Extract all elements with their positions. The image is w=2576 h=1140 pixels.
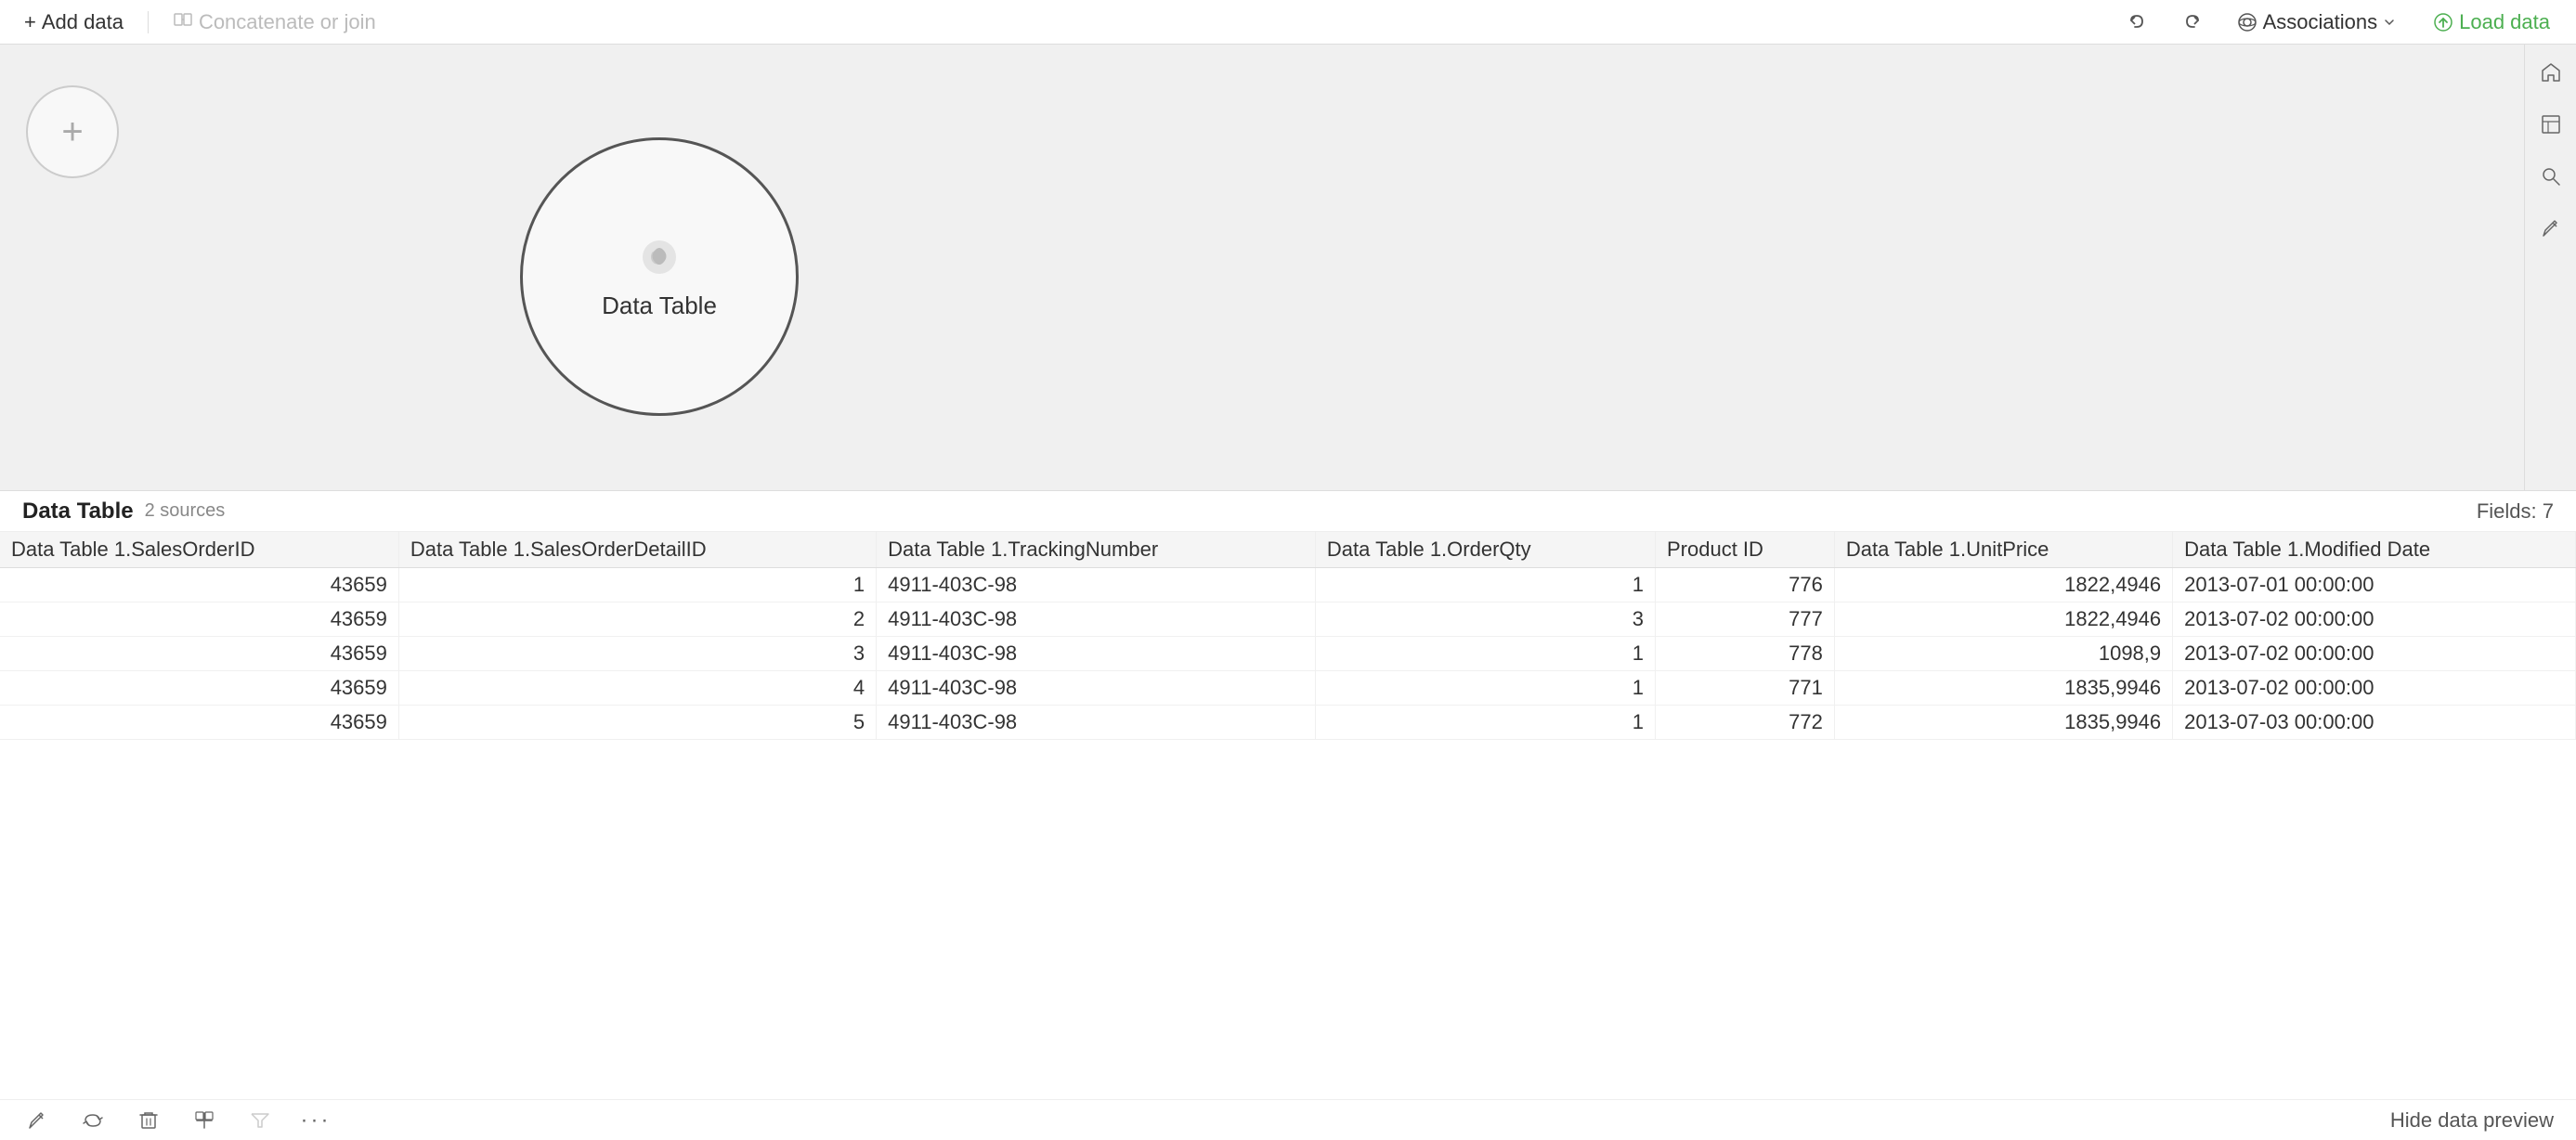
table-cell: 43659 — [0, 568, 398, 602]
table-cell: 1822,4946 — [1834, 568, 2172, 602]
bottom-panel-title: Data Table — [22, 499, 134, 525]
edit-fields-icon[interactable] — [22, 1106, 52, 1135]
table-cell: 3 — [398, 637, 876, 671]
data-table-node-label: Data Table — [602, 291, 717, 320]
bottom-title-area: Data Table 2 sources — [22, 499, 225, 525]
col-header-unitprice: Data Table 1.UnitPrice — [1834, 532, 2172, 568]
search-icon[interactable] — [2534, 160, 2568, 193]
table-cell: 4911-403C-98 — [877, 602, 1316, 637]
table-cell: 1 — [1315, 706, 1655, 740]
load-data-label: Load data — [2459, 10, 2550, 34]
table-cell: 5 — [398, 706, 876, 740]
table-cell: 776 — [1655, 568, 1834, 602]
undo-button[interactable] — [2118, 8, 2157, 36]
table-cell: 43659 — [0, 637, 398, 671]
add-data-label: Add data — [42, 10, 124, 34]
table-cell: 1835,9946 — [1834, 671, 2172, 706]
plus-icon: + — [24, 10, 36, 34]
table-cell: 772 — [1655, 706, 1834, 740]
table-row: 4365934911-403C-9817781098,92013-07-02 0… — [0, 637, 2576, 671]
data-table-icon — [636, 234, 683, 280]
redo-button[interactable] — [2172, 8, 2211, 36]
bottom-panel-header: Data Table 2 sources Fields: 7 — [0, 491, 2576, 532]
add-circle-plus-icon: + — [61, 111, 83, 153]
table-cell: 43659 — [0, 706, 398, 740]
sources-badge: 2 sources — [145, 500, 226, 522]
canvas-area: + Data Table — [0, 45, 2576, 490]
table-cell: 1835,9946 — [1834, 706, 2172, 740]
table-cell: 1 — [1315, 568, 1655, 602]
table-cell: 1 — [1315, 637, 1655, 671]
table-cell: 1 — [398, 568, 876, 602]
main-toolbar: + Add data Concatenate or join — [0, 0, 2576, 45]
table-cell: 43659 — [0, 602, 398, 637]
toolbar-separator-1 — [148, 11, 149, 33]
table-header-row: Data Table 1.SalesOrderID Data Table 1.S… — [0, 532, 2576, 568]
table-cell: 4911-403C-98 — [877, 706, 1316, 740]
data-table-node[interactable]: Data Table — [520, 137, 799, 416]
col-header-salesorderdetailid: Data Table 1.SalesOrderDetailID — [398, 532, 876, 568]
table-row: 4365944911-403C-9817711835,99462013-07-0… — [0, 671, 2576, 706]
table-cell: 3 — [1315, 602, 1655, 637]
table-body: 4365914911-403C-9817761822,49462013-07-0… — [0, 568, 2576, 740]
delete-icon[interactable] — [134, 1106, 163, 1135]
table-cell: 2013-07-02 00:00:00 — [2173, 637, 2576, 671]
refresh-icon[interactable] — [78, 1106, 108, 1135]
concatenate-join-label: Concatenate or join — [199, 10, 376, 34]
col-header-salesorderid: Data Table 1.SalesOrderID — [0, 532, 398, 568]
col-header-orderqty: Data Table 1.OrderQty — [1315, 532, 1655, 568]
hide-preview-label: Hide data preview — [2390, 1108, 2554, 1133]
table-cell: 771 — [1655, 671, 1834, 706]
toolbar-right: Associations Load data — [2118, 6, 2561, 38]
load-data-button[interactable]: Load data — [2422, 6, 2561, 38]
hide-preview-button[interactable]: Hide data preview — [2390, 1108, 2554, 1133]
table-cell: 4911-403C-98 — [877, 568, 1316, 602]
table-icon[interactable] — [2534, 108, 2568, 141]
add-data-circle[interactable]: + — [26, 85, 119, 178]
table-cell: 778 — [1655, 637, 1834, 671]
right-sidebar — [2524, 45, 2576, 490]
add-data-button[interactable]: + Add data — [15, 6, 133, 38]
table-cell: 777 — [1655, 602, 1834, 637]
table-cell: 43659 — [0, 671, 398, 706]
table-cell: 4 — [398, 671, 876, 706]
more-options-icon[interactable]: ··· — [301, 1106, 331, 1135]
table-cell: 2 — [398, 602, 876, 637]
table-row: 4365924911-403C-9837771822,49462013-07-0… — [0, 602, 2576, 637]
data-preview-table-container[interactable]: Data Table 1.SalesOrderID Data Table 1.S… — [0, 532, 2576, 1099]
home-icon[interactable] — [2534, 56, 2568, 89]
fields-info: Fields: 7 — [2477, 499, 2554, 524]
associations-label: Associations — [2263, 10, 2378, 34]
table-row: 4365914911-403C-9817761822,49462013-07-0… — [0, 568, 2576, 602]
table-cell: 2013-07-03 00:00:00 — [2173, 706, 2576, 740]
col-header-productid: Product ID — [1655, 532, 1834, 568]
table-row: 4365954911-403C-9817721835,99462013-07-0… — [0, 706, 2576, 740]
concatenate-icon — [173, 9, 193, 35]
action-icons-group: ··· — [22, 1106, 331, 1135]
col-header-trackingnumber: Data Table 1.TrackingNumber — [877, 532, 1316, 568]
table-cell: 4911-403C-98 — [877, 637, 1316, 671]
table-cell: 1822,4946 — [1834, 602, 2172, 637]
table-cell: 1098,9 — [1834, 637, 2172, 671]
table-cell: 2013-07-02 00:00:00 — [2173, 602, 2576, 637]
concatenate-join-button[interactable]: Concatenate or join — [163, 6, 385, 39]
bottom-panel: Data Table 2 sources Fields: 7 Data Tabl… — [0, 490, 2576, 1140]
data-preview-table: Data Table 1.SalesOrderID Data Table 1.S… — [0, 532, 2576, 740]
col-header-modifieddate: Data Table 1.Modified Date — [2173, 532, 2576, 568]
table-cell: 4911-403C-98 — [877, 671, 1316, 706]
associations-button[interactable]: Associations — [2226, 6, 2408, 38]
table-cell: 2013-07-01 00:00:00 — [2173, 568, 2576, 602]
table-cell: 2013-07-02 00:00:00 — [2173, 671, 2576, 706]
filter-icon[interactable] — [245, 1106, 275, 1135]
edit-icon[interactable] — [2534, 212, 2568, 245]
split-icon[interactable] — [189, 1106, 219, 1135]
table-cell: 1 — [1315, 671, 1655, 706]
bottom-actions-bar: ··· Hide data preview — [0, 1099, 2576, 1140]
